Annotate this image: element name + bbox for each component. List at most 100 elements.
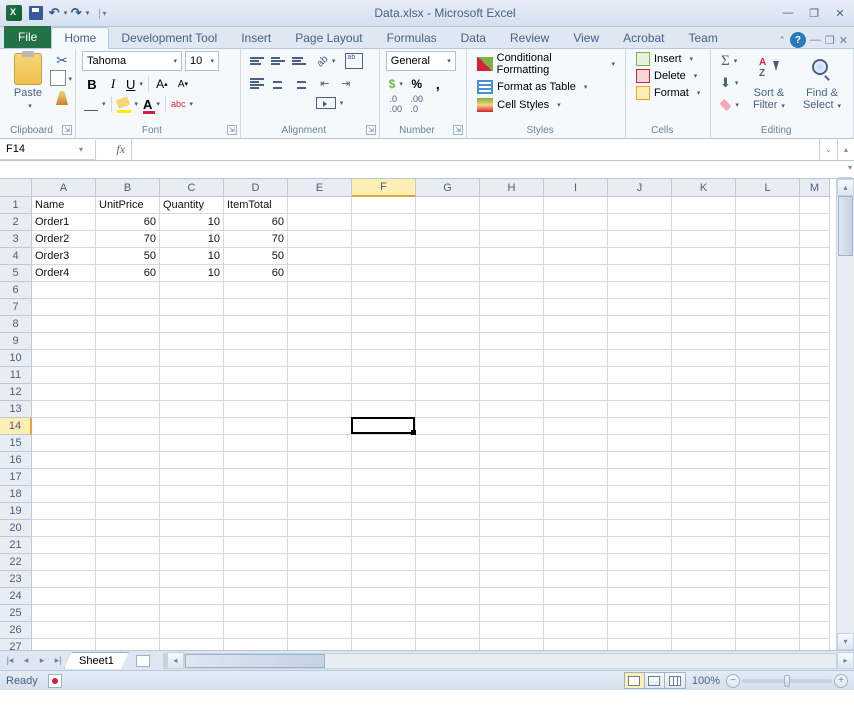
row-header-13[interactable]: 13 — [0, 401, 32, 418]
cell-H10[interactable] — [480, 350, 544, 367]
cell-A18[interactable] — [32, 486, 96, 503]
cell-I27[interactable] — [544, 639, 608, 650]
cell-L6[interactable] — [736, 282, 800, 299]
cell-L25[interactable] — [736, 605, 800, 622]
cell-A9[interactable] — [32, 333, 96, 350]
row-header-17[interactable]: 17 — [0, 469, 32, 486]
tab-insert[interactable]: Insert — [229, 28, 283, 48]
border-button[interactable]: ▾ — [82, 94, 108, 114]
cell-K6[interactable] — [672, 282, 736, 299]
find-select-button[interactable]: Find & Select▾ — [797, 51, 847, 115]
clipboard-launcher[interactable]: ⇲ — [62, 125, 72, 135]
cell-F14[interactable] — [352, 418, 416, 435]
page-layout-view-button[interactable] — [645, 673, 665, 688]
cell-F23[interactable] — [352, 571, 416, 588]
cell-E19[interactable] — [288, 503, 352, 520]
cell-E26[interactable] — [288, 622, 352, 639]
cell-L20[interactable] — [736, 520, 800, 537]
font-launcher[interactable]: ⇲ — [227, 125, 237, 135]
cell-B20[interactable] — [96, 520, 160, 537]
cell-K21[interactable] — [672, 537, 736, 554]
cell-D27[interactable] — [224, 639, 288, 650]
cell-M6[interactable] — [800, 282, 830, 299]
cell-G21[interactable] — [416, 537, 480, 554]
cell-A14[interactable] — [32, 418, 96, 435]
cell-K3[interactable] — [672, 231, 736, 248]
cell-M25[interactable] — [800, 605, 830, 622]
zoom-in-button[interactable]: + — [834, 674, 848, 688]
cell-K11[interactable] — [672, 367, 736, 384]
cell-K15[interactable] — [672, 435, 736, 452]
cell-K20[interactable] — [672, 520, 736, 537]
cell-A24[interactable] — [32, 588, 96, 605]
cell-M19[interactable] — [800, 503, 830, 520]
cell-E2[interactable] — [288, 214, 352, 231]
cell-I4[interactable] — [544, 248, 608, 265]
cell-C24[interactable] — [160, 588, 224, 605]
cell-M21[interactable] — [800, 537, 830, 554]
paste-button[interactable]: Paste▾ — [6, 51, 50, 113]
cell-A8[interactable] — [32, 316, 96, 333]
cell-D3[interactable]: 70 — [224, 231, 288, 248]
cell-H22[interactable] — [480, 554, 544, 571]
row-header-21[interactable]: 21 — [0, 537, 32, 554]
cell-K7[interactable] — [672, 299, 736, 316]
cell-D11[interactable] — [224, 367, 288, 384]
cell-D21[interactable] — [224, 537, 288, 554]
cell-F10[interactable] — [352, 350, 416, 367]
cell-I24[interactable] — [544, 588, 608, 605]
cell-K4[interactable] — [672, 248, 736, 265]
cell-D14[interactable] — [224, 418, 288, 435]
cell-J4[interactable] — [608, 248, 672, 265]
cell-L13[interactable] — [736, 401, 800, 418]
cell-D1[interactable]: ItemTotal — [224, 197, 288, 214]
cell-B17[interactable] — [96, 469, 160, 486]
cell-K16[interactable] — [672, 452, 736, 469]
cell-F1[interactable] — [352, 197, 416, 214]
align-bottom-button[interactable] — [289, 51, 309, 71]
cell-G8[interactable] — [416, 316, 480, 333]
cell-A6[interactable] — [32, 282, 96, 299]
cell-D18[interactable] — [224, 486, 288, 503]
cell-F21[interactable] — [352, 537, 416, 554]
cell-H5[interactable] — [480, 265, 544, 282]
cell-B11[interactable] — [96, 367, 160, 384]
cell-L26[interactable] — [736, 622, 800, 639]
cell-H11[interactable] — [480, 367, 544, 384]
column-header-J[interactable]: J — [608, 179, 672, 197]
column-header-H[interactable]: H — [480, 179, 544, 197]
cell-G10[interactable] — [416, 350, 480, 367]
cell-M12[interactable] — [800, 384, 830, 401]
cell-M8[interactable] — [800, 316, 830, 333]
file-tab[interactable]: File — [4, 26, 51, 48]
cell-F19[interactable] — [352, 503, 416, 520]
zoom-out-button[interactable]: − — [726, 674, 740, 688]
cell-H25[interactable] — [480, 605, 544, 622]
cell-J17[interactable] — [608, 469, 672, 486]
tab-data[interactable]: Data — [449, 28, 498, 48]
row-header-14[interactable]: 14 — [0, 418, 32, 435]
cell-E15[interactable] — [288, 435, 352, 452]
prev-sheet-button[interactable]: ◂ — [18, 653, 34, 669]
cell-H3[interactable] — [480, 231, 544, 248]
cell-M27[interactable] — [800, 639, 830, 650]
number-launcher[interactable]: ⇲ — [453, 125, 463, 135]
cell-I10[interactable] — [544, 350, 608, 367]
cell-A17[interactable] — [32, 469, 96, 486]
fill-button[interactable]: ⬇▾ — [717, 73, 741, 93]
undo-button[interactable]: ↶▾ — [48, 3, 68, 23]
cell-D15[interactable] — [224, 435, 288, 452]
align-top-button[interactable] — [247, 51, 267, 71]
cell-D13[interactable] — [224, 401, 288, 418]
cell-K23[interactable] — [672, 571, 736, 588]
row-header-11[interactable]: 11 — [0, 367, 32, 384]
cell-G18[interactable] — [416, 486, 480, 503]
fill-color-button[interactable]: ▾ — [115, 94, 141, 114]
underline-button[interactable]: U▾ — [124, 74, 145, 94]
cell-A22[interactable] — [32, 554, 96, 571]
cell-G15[interactable] — [416, 435, 480, 452]
cell-M24[interactable] — [800, 588, 830, 605]
cell-F22[interactable] — [352, 554, 416, 571]
cell-I5[interactable] — [544, 265, 608, 282]
cell-B5[interactable]: 60 — [96, 265, 160, 282]
